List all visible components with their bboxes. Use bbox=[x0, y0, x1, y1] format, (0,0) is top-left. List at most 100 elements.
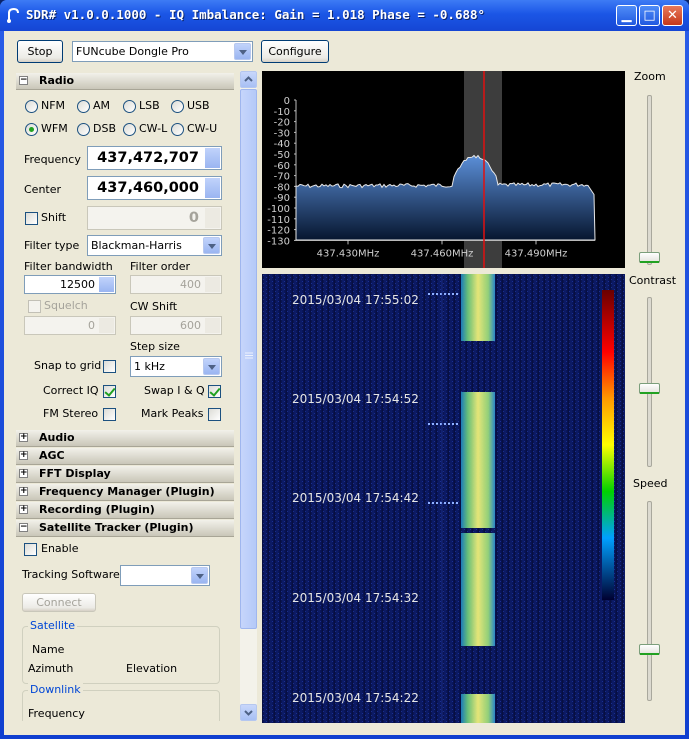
cw-shift-input[interactable]: 600 bbox=[130, 316, 222, 335]
snap-checkbox[interactable] bbox=[103, 360, 116, 373]
collapse-icon[interactable]: − bbox=[19, 76, 28, 85]
mode-radio-am[interactable] bbox=[77, 100, 90, 113]
filter-order-input[interactable]: 400 bbox=[130, 275, 222, 294]
zoom-slider-track[interactable] bbox=[647, 95, 652, 265]
enable-checkbox[interactable] bbox=[24, 543, 37, 556]
app-icon bbox=[7, 7, 19, 23]
waterfall-plot: 2015/03/04 17:55:02 2015/03/04 17:54:52 20… bbox=[262, 274, 625, 723]
expand-icon[interactable]: + bbox=[19, 487, 28, 496]
grip-icon bbox=[245, 352, 253, 359]
connect-button[interactable]: Connect bbox=[22, 593, 96, 612]
swap-iq-checkbox[interactable] bbox=[208, 385, 221, 398]
close-icon: ✕ bbox=[667, 8, 678, 23]
frequency-input[interactable]: 437,472,707 bbox=[87, 146, 222, 170]
contrast-label: Contrast bbox=[629, 274, 677, 287]
expand-icon[interactable]: + bbox=[19, 451, 28, 460]
spin-icon[interactable] bbox=[205, 318, 220, 333]
step-size-select[interactable]: 1 kHz bbox=[130, 356, 222, 377]
center-input[interactable]: 437,460,000 bbox=[87, 176, 222, 200]
mode-radio-cwu[interactable] bbox=[171, 123, 184, 136]
spin-icon[interactable] bbox=[205, 148, 220, 168]
mode-label: NFM bbox=[41, 99, 66, 112]
close-button[interactable]: ✕ bbox=[662, 5, 683, 26]
speed-label: Speed bbox=[633, 477, 668, 490]
mark-peaks-checkbox[interactable] bbox=[208, 408, 221, 421]
signal-burst bbox=[461, 274, 495, 341]
chevron-down-icon[interactable] bbox=[191, 567, 208, 584]
correct-iq-checkbox[interactable] bbox=[103, 385, 116, 398]
section-agc[interactable]: + AGC bbox=[16, 448, 234, 465]
mode-radio-wfm[interactable] bbox=[25, 123, 38, 136]
step-size-label: Step size bbox=[130, 340, 180, 353]
section-title: Audio bbox=[39, 431, 75, 444]
zoom-slider-thumb[interactable] bbox=[639, 252, 660, 263]
mode-radio-dsb[interactable] bbox=[77, 123, 90, 136]
scroll-thumb[interactable] bbox=[240, 89, 257, 629]
db-tick-label: -10 bbox=[274, 107, 290, 118]
scroll-up-button[interactable] bbox=[240, 71, 257, 88]
expand-icon[interactable]: + bbox=[19, 505, 28, 514]
configure-button[interactable]: Configure bbox=[261, 40, 329, 63]
section-frequency-manager[interactable]: + Frequency Manager (Plugin) bbox=[16, 484, 234, 501]
mode-radio-nfm[interactable] bbox=[25, 100, 38, 113]
mode-radio-cwl[interactable] bbox=[123, 123, 136, 136]
spin-icon[interactable] bbox=[205, 178, 220, 198]
section-audio[interactable]: + Audio bbox=[16, 430, 234, 447]
spectrum-display[interactable]: 0 -10 -20 -30 -40 -50 -60 -70 -80 -90 -100 -110 -120… bbox=[262, 71, 625, 268]
freq-tick-label: 437.430MHz bbox=[317, 248, 380, 259]
downlink-frequency-label: Frequency bbox=[28, 707, 85, 720]
contrast-slider-track[interactable] bbox=[647, 297, 652, 467]
spectrum-trace bbox=[295, 154, 596, 241]
mode-radio-usb[interactable] bbox=[171, 100, 184, 113]
collapse-icon[interactable]: − bbox=[19, 523, 28, 532]
tracking-software-select[interactable] bbox=[120, 565, 210, 586]
squelch-label: Squelch bbox=[44, 299, 88, 312]
db-tick-label: -90 bbox=[274, 193, 290, 204]
section-fft-display[interactable]: + FFT Display bbox=[16, 466, 234, 483]
speed-slider-thumb[interactable] bbox=[639, 644, 660, 655]
control-panel: − Radio NFM AM LSB USB WFM DSB CW-L CW-U… bbox=[16, 71, 234, 721]
minimize-icon: ▁ bbox=[621, 8, 632, 23]
chevron-down-icon[interactable] bbox=[203, 358, 220, 375]
minimize-button[interactable]: ▁ bbox=[616, 5, 637, 26]
spin-icon[interactable] bbox=[99, 277, 114, 292]
spin-icon[interactable] bbox=[99, 318, 114, 333]
filter-order-label: Filter order bbox=[130, 260, 191, 273]
chevron-down-icon[interactable] bbox=[203, 237, 220, 254]
title-bar[interactable]: SDR# v1.0.0.1000 - IQ Imbalance: Gain = … bbox=[0, 0, 689, 31]
center-value: 437,460,000 bbox=[97, 180, 199, 196]
section-recording[interactable]: + Recording (Plugin) bbox=[16, 502, 234, 519]
fm-stereo-checkbox[interactable] bbox=[103, 408, 116, 421]
waterfall-display[interactable]: 2015/03/04 17:55:02 2015/03/04 17:54:52 20… bbox=[262, 274, 625, 723]
expand-icon[interactable]: + bbox=[19, 469, 28, 478]
client-area: Stop FUNcube Dongle Pro Configure − Radi… bbox=[4, 31, 685, 735]
spin-icon[interactable] bbox=[205, 277, 220, 292]
shift-checkbox[interactable] bbox=[25, 212, 38, 225]
waterfall-timestamp: 2015/03/04 17:54:32 bbox=[292, 591, 419, 605]
section-satellite-tracker[interactable]: − Satellite Tracker (Plugin) bbox=[16, 520, 234, 537]
contrast-slider-thumb[interactable] bbox=[639, 383, 660, 394]
shift-input[interactable]: 0 bbox=[87, 206, 222, 230]
squelch-checkbox[interactable] bbox=[28, 300, 41, 313]
speed-slider-track[interactable] bbox=[647, 501, 652, 701]
db-tick-label: -40 bbox=[274, 139, 290, 150]
section-title: Frequency Manager (Plugin) bbox=[39, 485, 215, 498]
elevation-label: Elevation bbox=[126, 662, 178, 675]
squelch-input[interactable]: 0 bbox=[24, 316, 116, 335]
maximize-button[interactable]: □ bbox=[639, 5, 660, 26]
filter-type-select[interactable]: Blackman-Harris bbox=[87, 235, 222, 256]
mode-radio-lsb[interactable] bbox=[123, 100, 136, 113]
chevron-down-icon[interactable] bbox=[234, 43, 251, 60]
section-radio[interactable]: − Radio bbox=[16, 73, 234, 90]
scroll-down-button[interactable] bbox=[240, 704, 257, 721]
filter-type-label: Filter type bbox=[24, 239, 80, 252]
stop-button[interactable]: Stop bbox=[17, 40, 63, 63]
device-select[interactable]: FUNcube Dongle Pro bbox=[72, 41, 253, 62]
filter-bandwidth-input[interactable]: 12500 bbox=[24, 275, 116, 294]
tracking-software-label: Tracking Software bbox=[22, 568, 120, 581]
panel-scrollbar[interactable] bbox=[240, 71, 257, 721]
spin-icon[interactable] bbox=[205, 208, 220, 228]
frequency-label: Frequency bbox=[24, 153, 81, 166]
mode-label: CW-U bbox=[187, 122, 218, 135]
expand-icon[interactable]: + bbox=[19, 433, 28, 442]
